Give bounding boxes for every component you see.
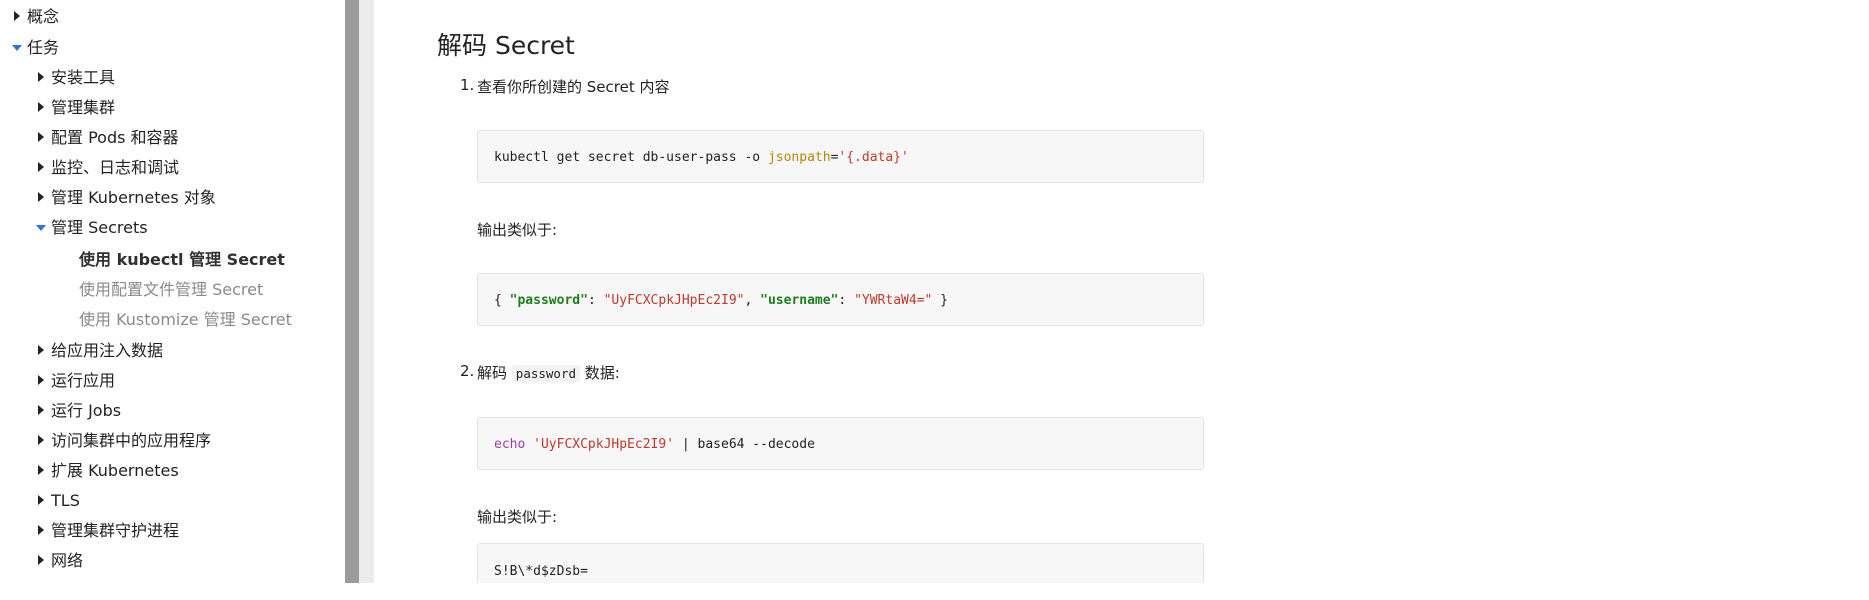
- step-text: 解码 password 数据:: [477, 362, 620, 383]
- inline-code: password: [511, 365, 581, 382]
- code-block-get-secret[interactable]: kubectl get secret db-user-pass -o jsonp…: [477, 130, 1204, 183]
- sidebar-item-run-jobs[interactable]: 运行 Jobs: [38, 399, 121, 423]
- step-number: 1.: [460, 76, 475, 94]
- sidebar-item-inject-data[interactable]: 给应用注入数据: [38, 339, 163, 363]
- sidebar-item-networking[interactable]: 网络: [38, 549, 83, 573]
- sidebar-item-kubectl-secret[interactable]: 使用 kubectl 管理 Secret: [79, 248, 285, 272]
- sidebar-item-run-application[interactable]: 运行应用: [38, 369, 115, 393]
- code-block-decode[interactable]: echo 'UyFCXCpkJHpEc2I9' | base64 --decod…: [477, 417, 1204, 470]
- code-keyword: echo: [494, 437, 526, 452]
- caret-right-icon: [14, 10, 20, 21]
- sidebar-item-tls[interactable]: TLS: [38, 489, 80, 513]
- sidebar-item-manage-objects[interactable]: 管理 Kubernetes 对象: [38, 186, 216, 210]
- content-divider: [359, 0, 374, 583]
- output-label: 输出类似于:: [477, 508, 558, 526]
- code-plain: kubectl get secret db-user-pass -o: [494, 150, 768, 165]
- code-comma: ,: [744, 293, 761, 308]
- caret-right-icon: [38, 161, 44, 172]
- sidebar-item-concepts[interactable]: 概念: [14, 5, 59, 29]
- sidebar-nav: 概念 任务 安装工具 管理集群 配置 Pods 和容器 监控、日志和调试 管理 …: [0, 0, 345, 583]
- code-block-output-json[interactable]: { "password": "UyFCXCpkJHpEc2I9", "usern…: [477, 273, 1204, 326]
- sidebar-item-administer-cluster[interactable]: 管理集群: [38, 96, 115, 120]
- caret-down-icon: [36, 224, 46, 231]
- code-string: "YWRtaW4=": [854, 293, 933, 308]
- step-number: 2.: [460, 362, 475, 380]
- caret-right-icon: [38, 464, 44, 475]
- step-text: 查看你所创建的 Secret 内容: [477, 78, 670, 96]
- code-string: 'UyFCXCpkJHpEc2I9': [533, 437, 675, 452]
- sidebar-item-debug[interactable]: 监控、日志和调试: [38, 156, 179, 180]
- caret-right-icon: [38, 374, 44, 385]
- code-key: "password": [509, 293, 588, 308]
- code-plain: | base64 --decode: [674, 437, 815, 452]
- sidebar-item-config-file-secret[interactable]: 使用配置文件管理 Secret: [79, 278, 263, 302]
- code-attr: jsonpath: [767, 150, 831, 165]
- section-heading: 解码 Secret: [437, 31, 575, 60]
- sidebar-item-access-apps[interactable]: 访问集群中的应用程序: [38, 429, 211, 453]
- caret-right-icon: [38, 554, 44, 565]
- code-string: '{.data}': [838, 150, 909, 165]
- sidebar-item-extend-kubernetes[interactable]: 扩展 Kubernetes: [38, 459, 179, 483]
- code-colon: :: [838, 293, 855, 308]
- sidebar-item-install-tools[interactable]: 安装工具: [38, 66, 115, 90]
- code-plain: S!B\*d$zDsb=: [494, 564, 588, 579]
- code-colon: :: [587, 293, 604, 308]
- caret-right-icon: [38, 524, 44, 535]
- output-label: 输出类似于:: [477, 221, 558, 239]
- sidebar-scrollbar[interactable]: [345, 0, 359, 583]
- caret-right-icon: [38, 131, 44, 142]
- code-string: "UyFCXCpkJHpEc2I9": [603, 293, 745, 308]
- step-text-before: 解码: [477, 364, 508, 382]
- sidebar-item-tasks[interactable]: 任务: [12, 36, 59, 60]
- caret-right-icon: [38, 101, 44, 112]
- code-key: "username": [760, 293, 839, 308]
- code-brace: }: [932, 293, 949, 308]
- sidebar-item-daemons[interactable]: 管理集群守护进程: [38, 519, 179, 543]
- sidebar-item-kustomize-secret[interactable]: 使用 Kustomize 管理 Secret: [79, 308, 292, 332]
- caret-right-icon: [38, 494, 44, 505]
- caret-right-icon: [38, 344, 44, 355]
- caret-right-icon: [38, 71, 44, 82]
- caret-right-icon: [38, 434, 44, 445]
- code-brace: {: [494, 293, 510, 308]
- main-content: 解码 Secret 1. 查看你所创建的 Secret 内容 kubectl g…: [374, 0, 1869, 583]
- caret-right-icon: [38, 404, 44, 415]
- code-block-output-decoded[interactable]: S!B\*d$zDsb=: [477, 543, 1204, 583]
- step-text-after: 数据:: [584, 364, 620, 382]
- sidebar-item-configure-pods[interactable]: 配置 Pods 和容器: [38, 126, 179, 150]
- caret-down-icon: [12, 44, 22, 51]
- sidebar-item-manage-secrets[interactable]: 管理 Secrets: [36, 216, 148, 240]
- caret-right-icon: [38, 191, 44, 202]
